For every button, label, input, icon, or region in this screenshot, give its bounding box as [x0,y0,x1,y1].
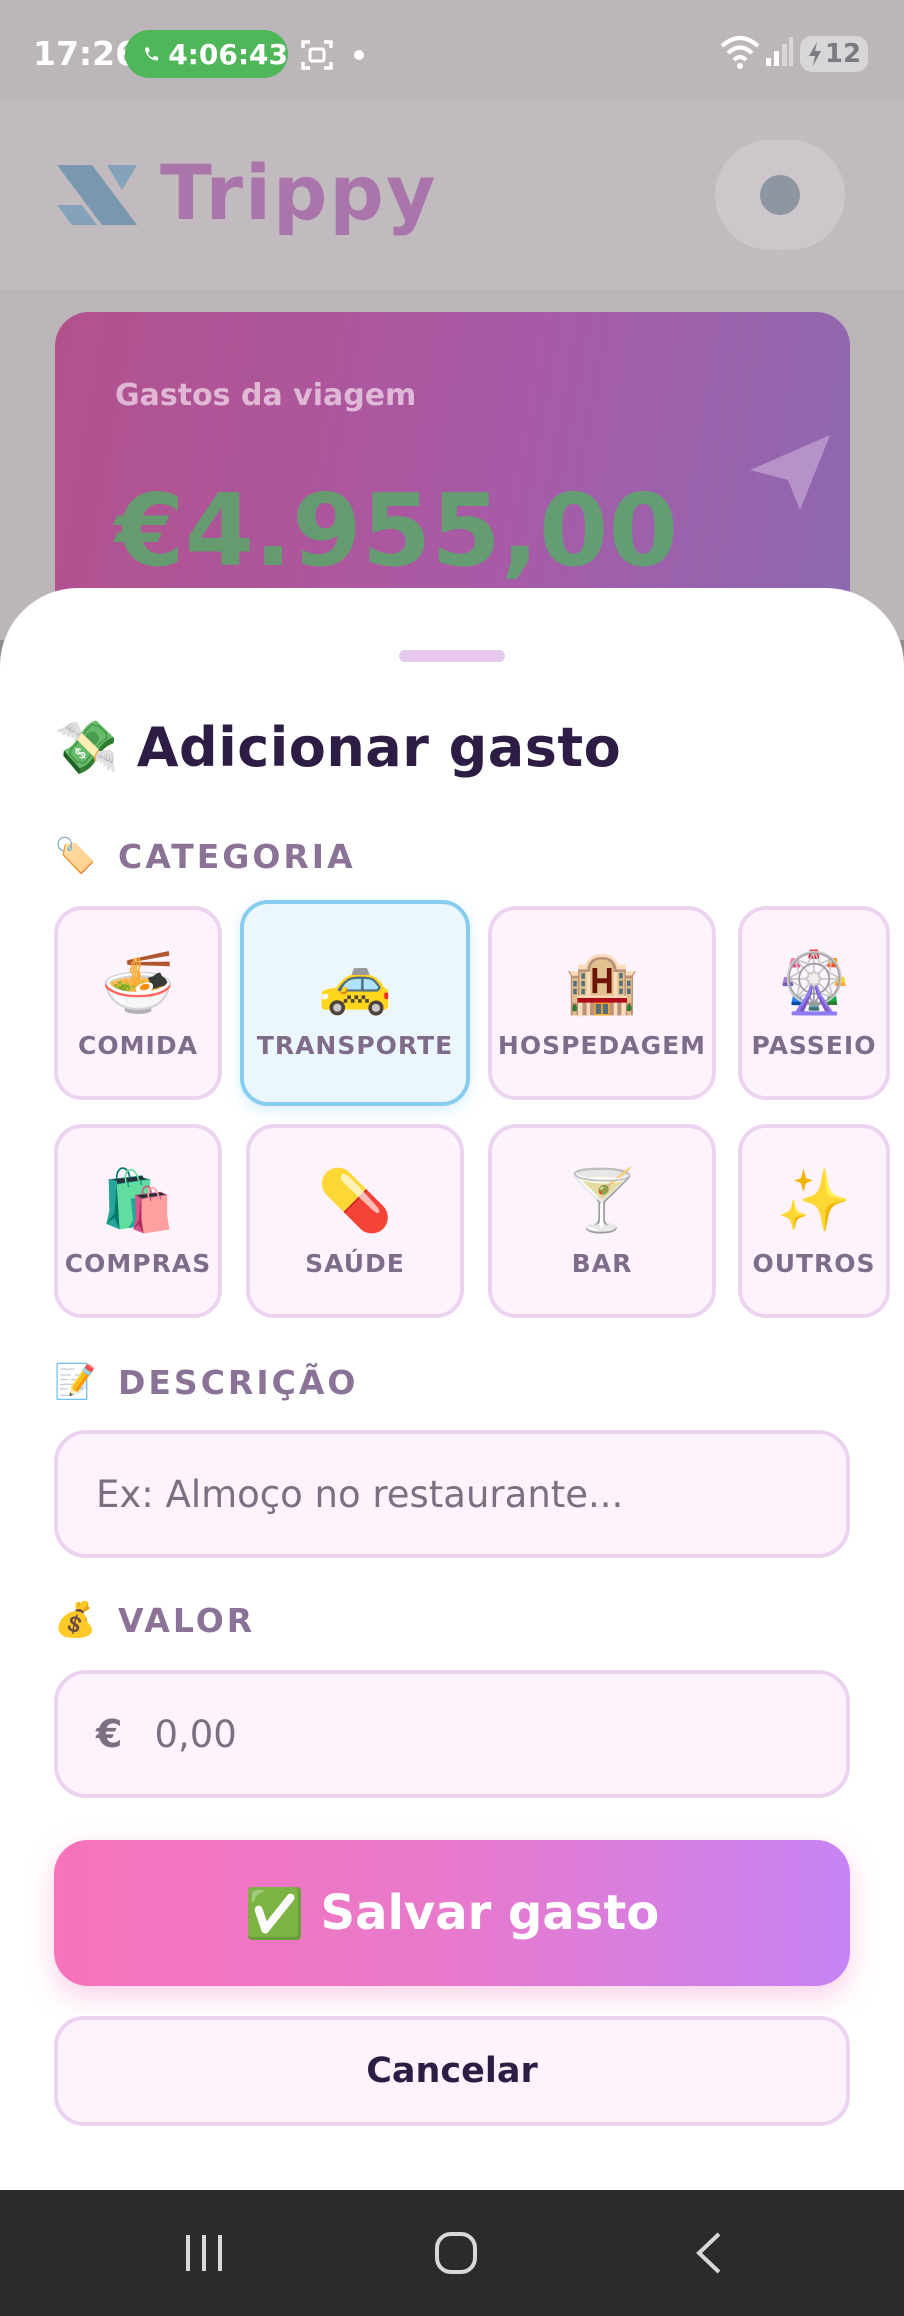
category-hospedagem-label: HOSPEDAGEM [497,1030,707,1060]
category-transporte[interactable]: 🚕 TRANSPORTE [240,900,470,1106]
screenshot-icon [301,40,333,70]
taxi-icon: 🚕 [317,947,393,1018]
category-outros[interactable]: ✨ OUTROS [738,1124,890,1318]
money-with-wings-icon: 💸 [54,718,119,778]
noodles-icon: 🍜 [100,947,176,1018]
description-input[interactable] [96,1472,846,1516]
value-label: VALOR [118,1600,256,1640]
category-label: CATEGORIA [118,836,356,876]
system-navigation-bar [0,2190,904,2316]
category-bar[interactable]: 🍸 BAR [488,1124,716,1318]
home-button[interactable] [416,2218,496,2288]
battery-indicator: 12 [800,36,868,72]
signal-icon [766,37,793,66]
globe-icon [760,175,800,215]
category-comida[interactable]: 🍜 COMIDA [54,906,222,1100]
notification-dot [354,50,364,60]
cocktail-icon: 🍸 [564,1165,640,1236]
value-section-label: 💰 VALOR [54,1600,255,1640]
charging-bolt-icon [808,42,821,66]
status-bar: 17:26 4:06:43 12 [0,0,904,108]
call-timer: 4:06:43 [168,37,288,71]
check-mark-icon: ✅ [244,1885,305,1942]
ferris-wheel-icon: 🎡 [776,947,852,1018]
category-hospedagem[interactable]: 🏨 HOSPEDAGEM [488,906,716,1100]
background-brand-name: Trippy [160,148,438,237]
recent-apps-icon [186,2235,222,2271]
category-section-label: 🏷️ CATEGORIA [54,836,356,876]
sheet-title-row: 💸 Adicionar gasto [54,716,621,779]
sheet-drag-handle[interactable] [399,650,505,662]
sparkles-icon: ✨ [776,1165,852,1236]
money-bag-icon: 💰 [54,1600,97,1640]
category-outros-label: OUTROS [752,1248,876,1278]
background-card-amount: €4.955,00 [115,472,679,589]
category-saude[interactable]: 💊 SAÚDE [246,1124,464,1318]
description-field[interactable] [54,1430,850,1558]
value-input[interactable] [154,1712,846,1756]
category-compras[interactable]: 🛍️ COMPRAS [54,1124,222,1318]
home-icon [435,2232,477,2274]
description-section-label: 📝 DESCRIÇÃO [54,1362,358,1402]
shopping-bags-icon: 🛍️ [100,1165,176,1236]
background-card-label: Gastos da viagem [115,378,417,413]
tag-icon: 🏷️ [54,836,97,876]
category-saude-label: SAÚDE [305,1248,405,1278]
category-compras-label: COMPRAS [64,1248,212,1278]
save-expense-label: Salvar gasto [320,1885,660,1941]
recent-apps-button[interactable] [164,2218,244,2288]
category-transporte-label: TRANSPORTE [256,1030,454,1060]
battery-level: 12 [824,39,862,69]
ongoing-call-pill[interactable]: 4:06:43 [125,30,288,78]
value-field[interactable]: € [54,1670,850,1798]
category-bar-label: BAR [571,1248,633,1278]
plane-icon [750,435,830,510]
description-label: DESCRIÇÃO [118,1362,359,1402]
pill-icon: 💊 [317,1165,393,1236]
category-passeio-label: PASSEIO [751,1030,877,1060]
hotel-icon: 🏨 [564,947,640,1018]
back-button[interactable] [668,2218,748,2288]
back-chevron-icon [696,2232,721,2274]
trippy-logo-icon [57,165,137,225]
save-expense-button[interactable]: ✅ Salvar gasto [54,1840,850,1986]
wifi-icon [720,36,760,69]
status-time: 17:26 [33,34,139,73]
phone-icon [145,47,159,61]
currency-symbol: € [96,1712,123,1756]
category-passeio[interactable]: 🎡 PASSEIO [738,906,890,1100]
category-comida-label: COMIDA [78,1030,198,1060]
memo-icon: 📝 [54,1362,97,1402]
sheet-title: Adicionar gasto [136,716,622,779]
cancel-button[interactable]: Cancelar [54,2016,850,2126]
